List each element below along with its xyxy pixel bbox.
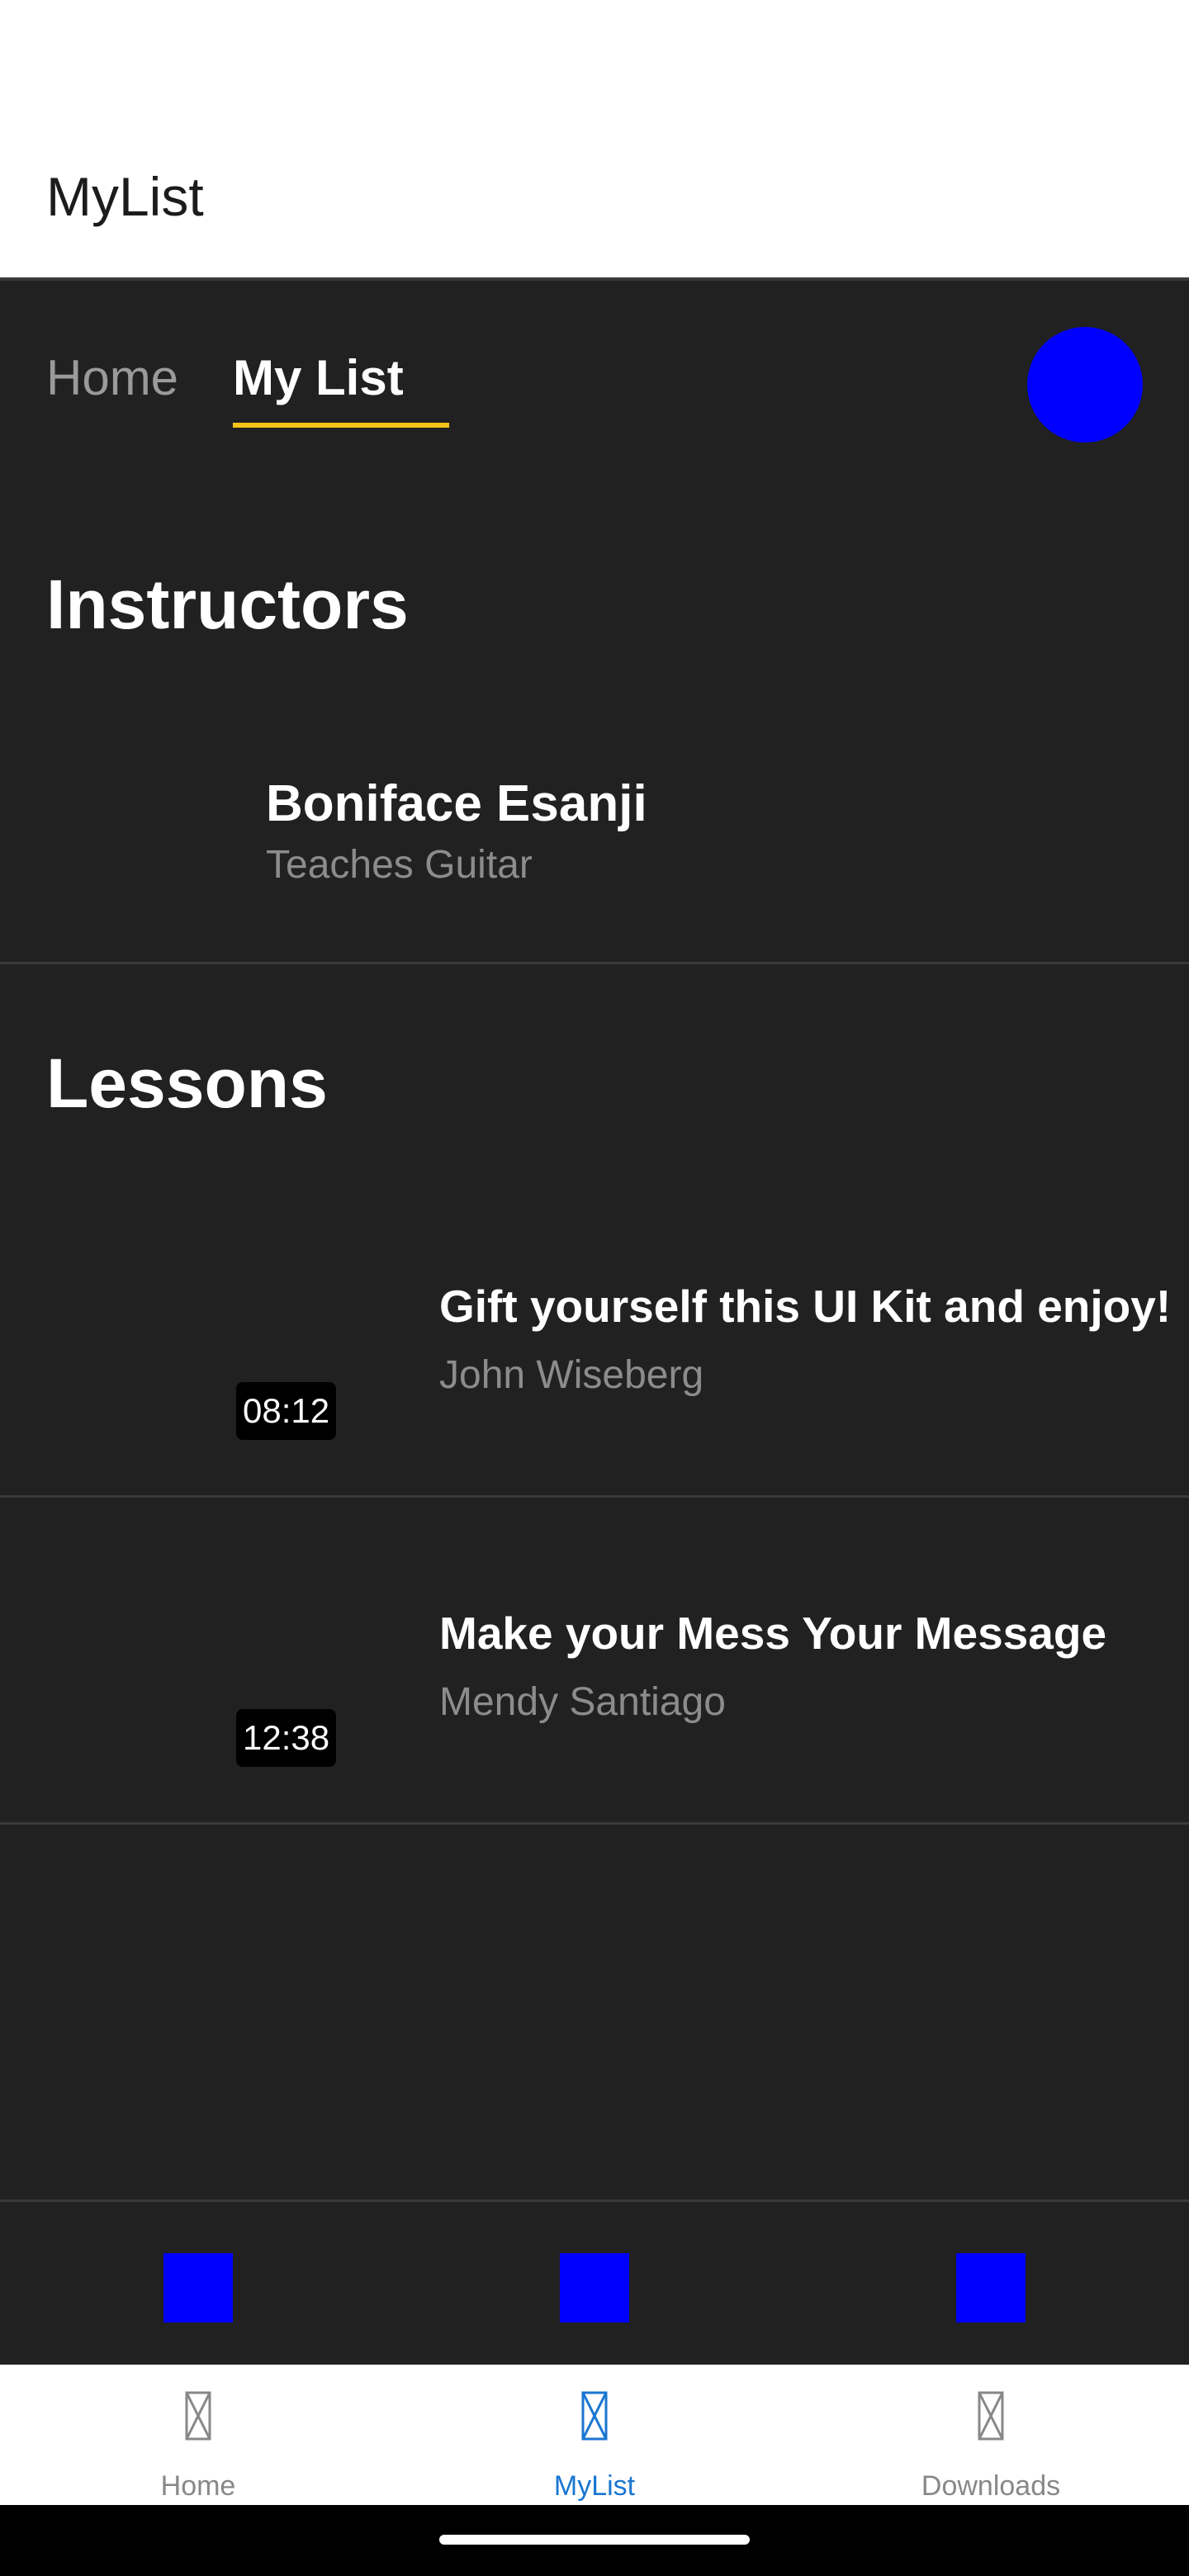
action-toolbar xyxy=(0,2200,1189,2365)
active-tab-indicator xyxy=(233,423,449,428)
missing-glyph-icon xyxy=(581,2391,608,2441)
nav-label-mylist: MyList xyxy=(553,2470,636,2502)
missing-glyph-icon xyxy=(185,2391,211,2441)
top-tabs: Home My List xyxy=(0,284,1189,449)
page-title: MyList xyxy=(46,166,204,227)
lesson-author: Mendy Santiago xyxy=(439,1680,726,1724)
tab-my-list[interactable]: My List xyxy=(233,347,404,410)
lesson-item[interactable]: 08:12 Gift yourself this UI Kit and enjo… xyxy=(0,1171,1189,1498)
system-gesture-bar xyxy=(0,2505,1189,2576)
square-icon[interactable] xyxy=(956,2253,1026,2323)
bottom-navigation: Home MyList Downloads xyxy=(0,2365,1189,2505)
screen: MyList Home My List Instructors Boniface… xyxy=(0,0,1189,2576)
square-icon[interactable] xyxy=(560,2253,629,2323)
nav-label-home: Home xyxy=(160,2470,236,2502)
lesson-title: Gift yourself this UI Kit and enjoy! xyxy=(439,1281,1172,1332)
instructor-name: Boniface Esanji xyxy=(266,775,647,832)
lessons-heading: Lessons xyxy=(46,1044,328,1122)
instructor-subtitle: Teaches Guitar xyxy=(266,843,533,887)
tab-home[interactable]: Home xyxy=(46,347,178,410)
nav-item-downloads[interactable]: Downloads xyxy=(793,2365,1189,2505)
instructor-photo xyxy=(46,760,211,925)
lesson-item[interactable]: 12:38 Make your Mess Your Message Mendy … xyxy=(0,1498,1189,1825)
lesson-thumbnail xyxy=(46,1554,388,1777)
nav-label-downloads: Downloads xyxy=(921,2470,1061,2502)
avatar[interactable] xyxy=(1027,327,1143,443)
instructor-item[interactable]: Boniface Esanji Teaches Guitar xyxy=(0,727,1189,964)
lesson-title: Make your Mess Your Message xyxy=(439,1608,1107,1659)
instructors-heading: Instructors xyxy=(46,566,409,643)
lesson-thumbnail xyxy=(46,1227,388,1450)
lesson-author: John Wiseberg xyxy=(439,1353,704,1397)
square-icon[interactable] xyxy=(163,2253,233,2323)
duration-badge: 12:38 xyxy=(236,1709,337,1767)
nav-item-mylist[interactable]: MyList xyxy=(396,2365,793,2505)
app-bar: MyList xyxy=(0,0,1189,281)
gesture-handle[interactable] xyxy=(439,2535,750,2545)
nav-item-home[interactable]: Home xyxy=(0,2365,396,2505)
duration-badge: 08:12 xyxy=(236,1382,337,1440)
missing-glyph-icon xyxy=(978,2391,1004,2441)
